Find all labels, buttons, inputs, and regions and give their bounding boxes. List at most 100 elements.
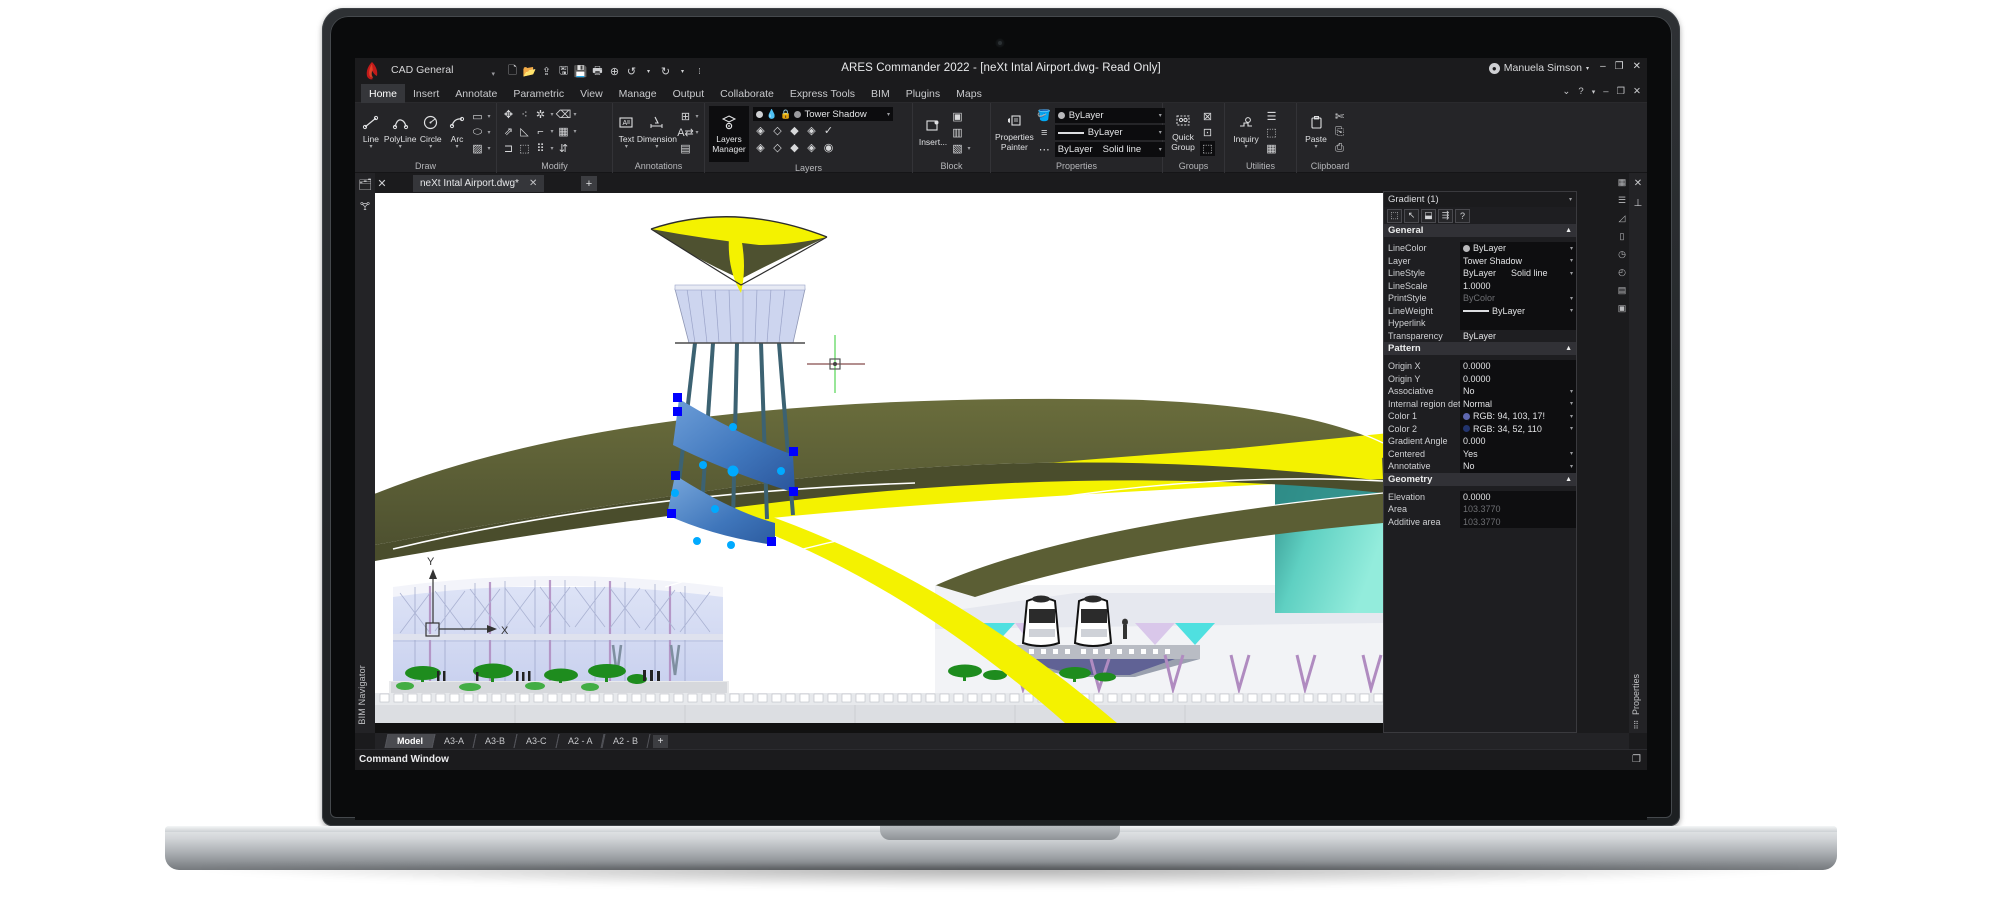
chevron-down-icon[interactable]: ▾ [1570,307,1573,314]
property-value[interactable]: No ▾ [1460,385,1576,398]
layer-off-icon[interactable]: ◈ [753,123,768,138]
property-value[interactable]: ByLayer [1460,330,1576,343]
snap-settings-icon[interactable]: ▦ [1615,173,1629,191]
chevron-down-icon[interactable]: ▾ [694,129,700,136]
block-attributes-icon[interactable]: ▧ [950,141,965,156]
linestyle-icon[interactable]: ⋯ [1037,142,1052,157]
ribbon-collapse-icon[interactable]: ⌄ [1562,86,1570,97]
help-icon[interactable]: ? [1578,86,1583,97]
chevron-down-icon[interactable]: ▾ [429,144,432,151]
close-panel-icon[interactable]: ✕ [373,173,391,193]
collapse-icon[interactable]: ▲ [1565,476,1572,483]
array-icon[interactable]: ⠿ [533,141,548,156]
polar-icon[interactable]: ◷ [1615,245,1629,263]
ribbon-tab-collaborate[interactable]: Collaborate [712,84,782,103]
layout-tab-a3-c[interactable]: A3-C [513,734,560,748]
close-icon[interactable]: ✕ [1629,173,1647,193]
chevron-down-icon[interactable]: ▾ [1570,295,1573,302]
chevron-down-icon[interactable]: ▾ [1570,450,1573,457]
properties-dock-label[interactable]: Properties [1631,674,1641,715]
property-value[interactable]: Normal ▾ [1460,397,1576,410]
tool-properties-painter[interactable]: Properties Painter [995,113,1034,152]
layer-lock-tool-icon[interactable]: ◈ [804,123,819,138]
ribbon-tab-manage[interactable]: Manage [611,84,665,103]
user-account[interactable]: ● Manuela Simson ▾ [1488,62,1589,74]
property-value[interactable]: ByColor ▾ [1460,292,1576,305]
layer-lamp-icon[interactable]: 💧 [766,109,777,120]
doc-close-button[interactable]: ✕ [1633,86,1641,97]
create-block-icon[interactable]: ▣ [950,109,965,124]
layers-manager-button[interactable]: Layers Manager [709,106,749,162]
property-value[interactable] [1460,317,1576,330]
chevron-down-icon[interactable]: ▾ [1244,144,1247,151]
property-value[interactable]: ByLayer Solid line ▾ [1460,267,1576,280]
property-value[interactable]: Yes ▾ [1460,447,1576,460]
measure-area-icon[interactable]: ⬚ [1264,125,1279,140]
lineweight-display-icon[interactable]: ▤ [1615,281,1629,299]
chevron-down-icon[interactable]: ▾ [694,113,700,120]
drawing-canvas[interactable]: Y X [375,193,1383,733]
drawing-explorer-icon[interactable]: 🗂 [355,173,375,195]
scale-icon[interactable]: ⬚ [517,141,532,156]
chevron-down-icon[interactable]: ▾ [549,145,555,152]
collapse-icon[interactable]: ▲ [1565,345,1572,352]
restore-button[interactable]: ❐ [1615,61,1624,72]
table-style-icon[interactable]: ▤ [678,141,693,156]
layer-thaw-icon[interactable]: ◇ [770,140,785,155]
chevron-down-icon[interactable]: ▾ [1570,463,1573,470]
chevron-down-icon[interactable]: ▾ [1569,196,1572,203]
layer-merge-icon[interactable]: ◆ [787,140,802,155]
tool-arc[interactable]: Arc ▾ [445,115,469,151]
rectangle-icon[interactable]: ▭ [470,109,485,124]
line-color-combo[interactable]: ByLayer ▾ [1054,108,1165,123]
paint-bucket-icon[interactable]: 🪣 [1037,108,1052,123]
chevron-down-icon[interactable]: ▾ [1570,245,1573,252]
ribbon-tab-home[interactable]: Home [361,84,406,103]
move-icon[interactable]: ✥ [501,107,516,122]
layout-tab-a3-a[interactable]: A3-A [431,734,477,748]
ribbon-tab-plugins[interactable]: Plugins [898,84,948,103]
chevron-down-icon[interactable]: ▾ [486,129,492,136]
edit-block-icon[interactable]: ▥ [950,125,965,140]
chevron-down-icon[interactable]: ▾ [1314,144,1317,151]
fillet-icon[interactable]: ▦ [556,124,571,139]
line-style-combo[interactable]: ByLayer Solid line ▾ [1054,142,1165,157]
align-icon[interactable]: ⇵ [556,141,571,156]
erase-icon[interactable]: ⌫ [556,107,572,122]
tool-quick-group[interactable]: Quick Group [1167,113,1199,152]
chevron-down-icon[interactable]: ▾ [1570,270,1573,277]
layer-lock-icon[interactable]: 🔒 [780,109,791,120]
tool-line[interactable]: Line ▾ [359,115,383,151]
property-value[interactable]: 103.3770 [1460,503,1576,516]
select-filter-icon[interactable]: ⇶ [1438,208,1453,223]
lineweight-icon[interactable]: ≡ [1037,125,1052,140]
dock-icon[interactable]: ❐ [1632,754,1641,765]
help-menu-caret-icon[interactable]: ▾ [1592,88,1596,96]
layout-tab-a2---b[interactable]: A2 - B [600,734,651,748]
resize-grip-icon[interactable]: ⣿ [1633,720,1639,729]
chevron-down-icon[interactable]: ▾ [887,111,890,118]
structure-tree-icon[interactable]: 🝖 [355,195,375,217]
chevron-down-icon[interactable]: ▾ [549,111,555,118]
tool-insert-block[interactable]: Insert... [917,118,949,147]
chevron-down-icon[interactable]: ▾ [1570,388,1573,395]
layout-tab-model[interactable]: Model [384,734,436,748]
help-icon[interactable]: ? [1455,208,1470,223]
add-layout-button[interactable]: + [653,734,669,748]
chevron-down-icon[interactable]: ▾ [655,144,658,151]
ribbon-tab-parametric[interactable]: Parametric [505,84,572,103]
select-similar-icon[interactable]: ⬚ [1387,208,1402,223]
dyn-icon[interactable]: ◴ [1615,263,1629,281]
chevron-down-icon[interactable]: ▾ [486,145,492,152]
ribbon-tab-annotate[interactable]: Annotate [447,84,505,103]
line-weight-combo[interactable]: ByLayer ▾ [1054,125,1165,140]
tool-text[interactable]: A Text ▾ [617,115,636,151]
minimize-button[interactable]: – [1600,61,1606,72]
layer-isolate-icon[interactable]: ◆ [787,123,802,138]
ellipse-icon[interactable]: ⬭ [470,125,485,140]
tool-paste[interactable]: Paste ▾ [1301,115,1331,151]
property-value[interactable]: ByLayer ▾ [1460,304,1576,317]
properties-section-pattern[interactable]: Pattern ▲ [1384,342,1576,355]
tool-polyline[interactable]: PolyLine ▾ [384,115,417,151]
new-document-tab-button[interactable]: + [581,176,597,191]
